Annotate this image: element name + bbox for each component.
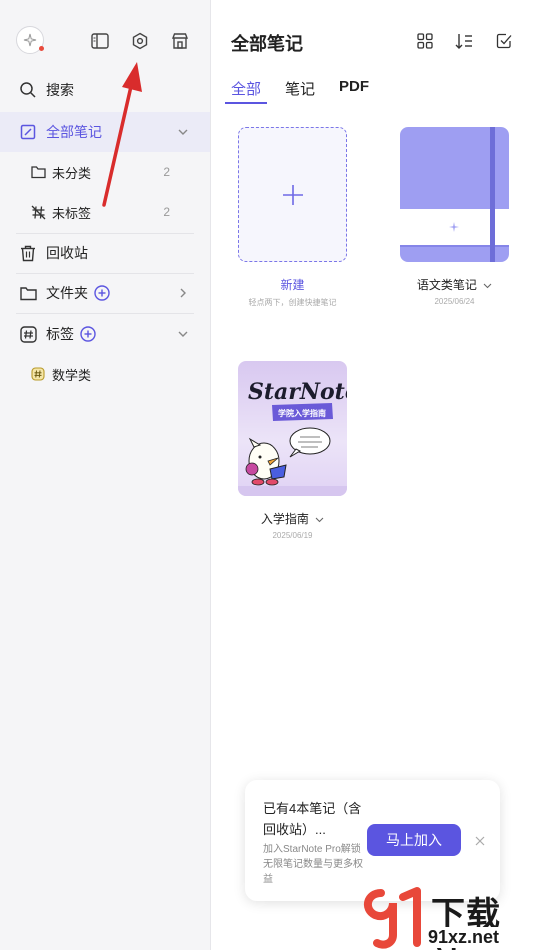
notebook-cover[interactable]: StarNote 学院入学指南: [238, 361, 347, 496]
sidebar-item-label: 搜索: [46, 82, 74, 98]
sidebar-item-label: 标签: [46, 326, 74, 342]
hashtag-icon: [18, 324, 38, 344]
add-folder-icon[interactable]: [94, 285, 110, 301]
chevron-down-icon[interactable]: [176, 125, 190, 139]
sidebar-item-label: 未标签: [52, 205, 92, 221]
notebook-title: 入学指南: [260, 512, 309, 526]
settings-icon[interactable]: [128, 29, 152, 53]
untagged-icon: [30, 204, 46, 220]
search-icon: [18, 80, 38, 100]
notebook-title-row[interactable]: 语文类笔记: [400, 276, 509, 293]
tag-icon: [30, 366, 46, 382]
sidebar-item-label: 数学类: [52, 367, 92, 383]
note-count: 2: [163, 165, 170, 179]
close-icon[interactable]: [474, 835, 486, 847]
sidebar-item-search[interactable]: 搜索: [0, 70, 210, 110]
sidebar-item-label: 回收站: [46, 245, 88, 261]
notebook-title: 语文类笔记: [416, 278, 477, 292]
note-icon: [18, 122, 38, 142]
new-note-label: 新建: [280, 278, 305, 292]
sparkle-icon: [23, 33, 37, 47]
sparkle-icon: [449, 222, 459, 232]
guide-cover-art: StarNote 学院入学指南: [238, 379, 347, 496]
notebook-date: 2025/06/24: [434, 297, 475, 306]
tab-notes[interactable]: 笔记: [285, 78, 315, 102]
sidebar-item-uncategorized[interactable]: 未分类 2: [0, 152, 210, 192]
plus-icon: [282, 184, 303, 205]
notebook-card[interactable]: StarNote 学院入学指南 入学指南 2025/0: [238, 361, 347, 540]
tab-all[interactable]: 全部: [224, 78, 268, 104]
add-tag-icon[interactable]: [80, 326, 96, 342]
sidebar-item-trash[interactable]: 回收站: [0, 233, 210, 273]
sort-icon[interactable]: [453, 30, 475, 52]
sidebar: 搜索 全部笔记 未分类 2 未标签 2 回收站 文件夹 标签 数学类: [0, 0, 211, 950]
chevron-down-icon[interactable]: [176, 327, 190, 341]
notebook-date: 2025/06/19: [272, 531, 313, 540]
join-pro-button[interactable]: 马上加入: [367, 824, 461, 856]
new-note-card[interactable]: 新建 轻点两下，创建快捷笔记: [238, 127, 347, 308]
new-note-hint: 轻点两下，创建快捷笔记: [248, 298, 337, 307]
promo-title: 已有4本笔记（含回收站）...: [263, 801, 362, 837]
folder-icon: [30, 164, 46, 180]
watermark-logo: [363, 887, 421, 949]
pro-upgrade-popup: 已有4本笔记（含回收站）... 加入StarNote Pro解锁无限笔记数量与更…: [245, 780, 500, 901]
sidebar-item-tags[interactable]: 标签: [0, 314, 210, 354]
avatar[interactable]: [16, 26, 44, 54]
folder-icon: [18, 283, 38, 303]
chevron-down-icon[interactable]: [315, 517, 324, 523]
sidebar-item-all-notes[interactable]: 全部笔记: [0, 112, 210, 152]
notification-dot: [39, 46, 44, 51]
grid-view-icon[interactable]: [414, 30, 436, 52]
chevron-right-icon[interactable]: [176, 286, 190, 300]
tab-pdf[interactable]: PDF: [339, 78, 369, 102]
promo-description: 加入StarNote Pro解锁无限笔记数量与更多权益: [263, 844, 363, 885]
notebook-card[interactable]: 语文类笔记 2025/06/24: [400, 127, 509, 306]
sidebar-toolbar: [16, 26, 194, 56]
cover-strap: [490, 127, 495, 262]
notebook-cover[interactable]: [400, 127, 509, 262]
sidebar-item-untagged[interactable]: 未标签 2: [0, 192, 210, 232]
sidebar-item-label: 文件夹: [46, 285, 88, 301]
cover-subtitle: 学院入学指南: [278, 408, 326, 418]
chevron-down-icon[interactable]: [483, 283, 492, 289]
note-count: 2: [163, 205, 170, 219]
sidebar-item-tag[interactable]: 数学类: [0, 354, 210, 394]
notebook-title-row[interactable]: 入学指南: [238, 510, 347, 527]
select-icon[interactable]: [493, 30, 515, 52]
store-icon[interactable]: [168, 29, 192, 53]
watermark-url: 91xz.net: [425, 927, 503, 948]
site-watermark: 下载站 91xz.net: [359, 885, 534, 950]
new-note-button[interactable]: [238, 127, 347, 262]
trash-icon: [18, 243, 38, 263]
sidebar-item-label: 全部笔记: [46, 124, 102, 140]
sidebar-item-folders[interactable]: 文件夹: [0, 273, 210, 313]
page-title: 全部笔记: [231, 34, 303, 54]
sidebar-item-label: 未分类: [52, 165, 92, 181]
cover-logo-text: StarNote: [248, 379, 347, 405]
sidebar-toggle-icon[interactable]: [88, 29, 112, 53]
filter-tabs: 全部 笔记 PDF: [224, 78, 393, 104]
